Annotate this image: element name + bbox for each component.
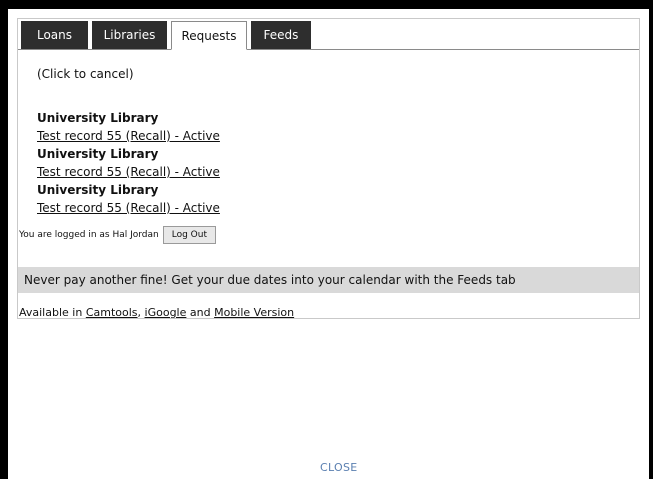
availability-prefix: Available in xyxy=(19,306,83,319)
request-link[interactable]: Test record 55 (Recall) - Active xyxy=(37,163,220,181)
availability-sep-and: and xyxy=(189,306,211,319)
request-item: University Library Test record 55 (Recal… xyxy=(37,181,220,217)
tab-libraries[interactable]: Libraries xyxy=(92,21,167,49)
igoogle-link[interactable]: iGoogle xyxy=(145,306,187,319)
cancel-hint: (Click to cancel) xyxy=(37,67,134,81)
request-list: University Library Test record 55 (Recal… xyxy=(37,109,220,217)
library-name: University Library xyxy=(37,111,159,125)
availability-sep-comma: , xyxy=(137,306,142,319)
tab-feeds[interactable]: Feeds xyxy=(251,21,311,49)
promo-banner: Never pay another fine! Get your due dat… xyxy=(18,267,639,293)
request-item: University Library Test record 55 (Recal… xyxy=(37,145,220,181)
camtools-link[interactable]: Camtools xyxy=(86,306,138,319)
request-link[interactable]: Test record 55 (Recall) - Active xyxy=(37,127,220,145)
library-name: University Library xyxy=(37,183,159,197)
availability-row: Available in Camtools, iGoogle and Mobil… xyxy=(19,306,294,319)
request-link[interactable]: Test record 55 (Recall) - Active xyxy=(37,199,220,217)
tab-bar: Loans Libraries Requests Feeds xyxy=(18,19,639,50)
logout-button[interactable]: Log Out xyxy=(162,226,217,244)
dialog-frame: Loans Libraries Requests Feeds (Click to… xyxy=(8,9,649,479)
login-status: You are logged in as Hal Jordan Log Out xyxy=(19,226,217,244)
library-panel: Loans Libraries Requests Feeds (Click to… xyxy=(17,18,640,319)
tab-loans[interactable]: Loans xyxy=(21,21,88,49)
request-item: University Library Test record 55 (Recal… xyxy=(37,109,220,145)
mobile-version-link[interactable]: Mobile Version xyxy=(214,306,294,319)
tab-requests[interactable]: Requests xyxy=(171,21,247,50)
library-name: University Library xyxy=(37,147,159,161)
close-button[interactable]: CLOSE xyxy=(320,461,358,474)
logged-in-text: You are logged in as Hal Jordan xyxy=(19,230,159,240)
promo-text: Never pay another fine! Get your due dat… xyxy=(24,273,516,287)
